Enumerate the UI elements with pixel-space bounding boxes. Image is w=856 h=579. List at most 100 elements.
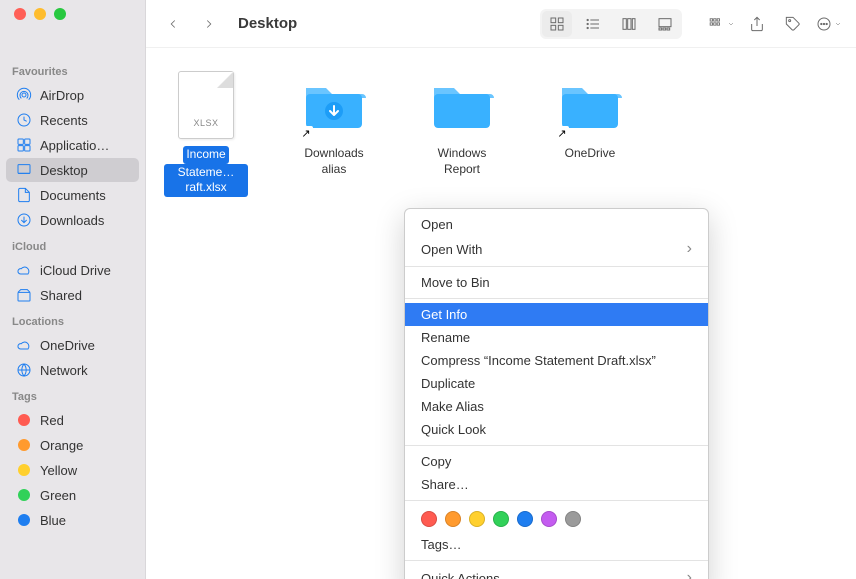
sidebar: Favourites AirDrop Recents Applicatio…Deskt… xyxy=(0,48,146,579)
download-icon xyxy=(16,212,32,228)
file-label: Downloads alias xyxy=(292,146,376,177)
icon-view-button[interactable] xyxy=(542,11,572,37)
sidebar-item-yellow[interactable]: Yellow xyxy=(6,458,139,482)
cloud-icon xyxy=(16,337,32,353)
apps-icon xyxy=(16,137,32,153)
clock-icon xyxy=(16,112,32,128)
toolbar-actions xyxy=(706,11,844,37)
chevron-right-icon xyxy=(687,240,692,258)
forward-button[interactable] xyxy=(194,11,224,37)
tag-color-dot[interactable] xyxy=(445,511,461,527)
share-button[interactable] xyxy=(742,11,772,37)
context-menu: Open Open With Move to Bin Get Info Rena… xyxy=(404,208,709,579)
more-actions-button[interactable] xyxy=(814,11,844,37)
sidebar-item-label: Documents xyxy=(40,188,106,203)
chevron-right-icon xyxy=(687,569,692,579)
sidebar-item-onedrive[interactable]: OneDrive xyxy=(6,333,139,357)
tag-dot-icon xyxy=(16,462,32,478)
sidebar-item-label: Green xyxy=(40,488,76,503)
tag-color-dot[interactable] xyxy=(565,511,581,527)
sidebar-item-icloud-drive[interactable]: iCloud Drive xyxy=(6,258,139,282)
desktop-icon xyxy=(16,162,32,178)
sidebar-item-shared[interactable]: Shared xyxy=(6,283,139,307)
ctx-open[interactable]: Open xyxy=(405,213,708,236)
ctx-share[interactable]: Share… xyxy=(405,473,708,496)
file-item[interactable]: XLSX IncomeStateme…raft.xlsx xyxy=(164,70,248,197)
tag-color-dot[interactable] xyxy=(541,511,557,527)
tag-dot-icon xyxy=(16,512,32,528)
gallery-view-button[interactable] xyxy=(650,11,680,37)
alias-arrow-icon: ↗ xyxy=(299,126,313,140)
sidebar-item-red[interactable]: Red xyxy=(6,408,139,432)
sidebar-item-label: OneDrive xyxy=(40,338,95,353)
ctx-rename[interactable]: Rename xyxy=(405,326,708,349)
ctx-open-with[interactable]: Open With xyxy=(405,236,708,262)
sidebar-item-recents[interactable]: Recents xyxy=(6,108,139,132)
file-label-line: Downloads alias xyxy=(304,146,363,176)
ctx-compress[interactable]: Compress “Income Statement Draft.xlsx” xyxy=(405,349,708,372)
window-title: Desktop xyxy=(238,15,297,32)
ctx-get-info[interactable]: Get Info xyxy=(405,303,708,326)
minimize-window-button[interactable] xyxy=(34,8,46,20)
sidebar-item-label: AirDrop xyxy=(40,88,84,103)
sidebar-item-label: iCloud Drive xyxy=(40,263,111,278)
ctx-quick-look[interactable]: Quick Look xyxy=(405,418,708,441)
sidebar-item-orange[interactable]: Orange xyxy=(6,433,139,457)
sidebar-item-green[interactable]: Green xyxy=(6,483,139,507)
toolbar: Desktop xyxy=(146,0,856,48)
sidebar-item-label: Network xyxy=(40,363,88,378)
view-mode-group xyxy=(540,9,682,39)
list-view-button[interactable] xyxy=(578,11,608,37)
tag-color-dot[interactable] xyxy=(469,511,485,527)
main-area: XLSX IncomeStateme…raft.xlsx ↗ Downloads … xyxy=(146,48,856,579)
ctx-duplicate[interactable]: Duplicate xyxy=(405,372,708,395)
window-body: Favourites AirDrop Recents Applicatio…Deskt… xyxy=(0,48,856,579)
doc-icon xyxy=(16,187,32,203)
toolbar-row: Desktop xyxy=(0,0,856,48)
alias-arrow-icon: ↗ xyxy=(555,126,569,140)
sidebar-item-label: Yellow xyxy=(40,463,77,478)
shared-icon xyxy=(16,287,32,303)
sidebar-section-label: Locations xyxy=(0,308,145,332)
sidebar-item-blue[interactable]: Blue xyxy=(6,508,139,532)
ctx-make-alias[interactable]: Make Alias xyxy=(405,395,708,418)
folder-icon xyxy=(427,70,497,140)
file-item[interactable]: Windows Report xyxy=(420,70,504,177)
ctx-tags[interactable]: Tags… xyxy=(405,533,708,556)
globe-icon xyxy=(16,362,32,378)
close-window-button[interactable] xyxy=(14,8,26,20)
sidebar-item-label: Recents xyxy=(40,113,88,128)
file-label-line: Income xyxy=(183,146,228,164)
sidebar-top xyxy=(0,0,146,48)
sidebar-item-downloads[interactable]: Downloads xyxy=(6,208,139,232)
ctx-move-to-bin[interactable]: Move to Bin xyxy=(405,271,708,294)
fullscreen-window-button[interactable] xyxy=(54,8,66,20)
sidebar-item-documents[interactable]: Documents xyxy=(6,183,139,207)
sidebar-item-label: Blue xyxy=(40,513,66,528)
ctx-quick-actions[interactable]: Quick Actions xyxy=(405,565,708,579)
sidebar-item-applicatio-[interactable]: Applicatio… xyxy=(6,133,139,157)
ctx-copy[interactable]: Copy xyxy=(405,450,708,473)
tags-button[interactable] xyxy=(778,11,808,37)
group-by-button[interactable] xyxy=(706,11,736,37)
tag-color-dot[interactable] xyxy=(493,511,509,527)
folder-icon: ↗ xyxy=(555,70,625,140)
file-label-line: Stateme…raft.xlsx xyxy=(164,164,248,197)
sidebar-item-network[interactable]: Network xyxy=(6,358,139,382)
sidebar-item-airdrop[interactable]: AirDrop xyxy=(6,83,139,107)
ctx-separator xyxy=(405,560,708,561)
file-item[interactable]: ↗ Downloads alias xyxy=(292,70,376,177)
ctx-separator xyxy=(405,445,708,446)
sidebar-section-label: iCloud xyxy=(0,233,145,257)
back-button[interactable] xyxy=(158,11,188,37)
column-view-button[interactable] xyxy=(614,11,644,37)
sidebar-item-label: Orange xyxy=(40,438,83,453)
file-item[interactable]: ↗OneDrive xyxy=(548,70,632,162)
tag-color-dot[interactable] xyxy=(421,511,437,527)
tag-color-dot[interactable] xyxy=(517,511,533,527)
sidebar-section-label: Favourites xyxy=(0,58,145,82)
cloud-icon xyxy=(16,262,32,278)
ctx-separator xyxy=(405,298,708,299)
sidebar-item-desktop[interactable]: Desktop xyxy=(6,158,139,182)
window-controls xyxy=(0,0,145,30)
